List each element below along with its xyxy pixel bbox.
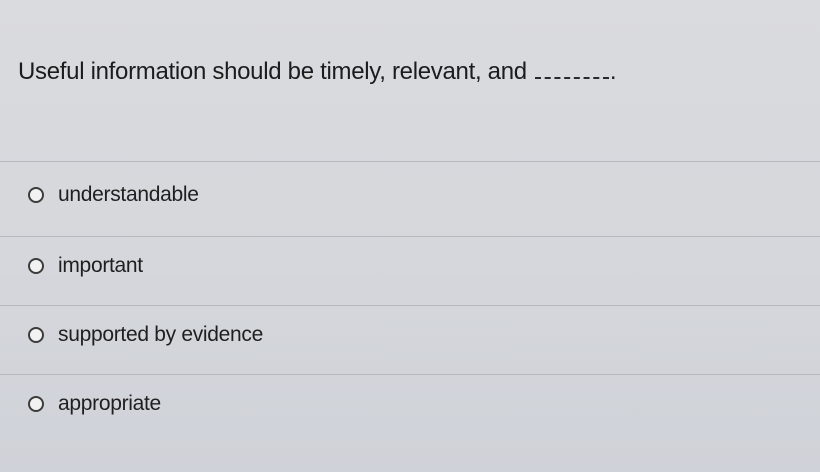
radio-button[interactable]	[28, 258, 44, 274]
divider	[0, 236, 820, 237]
option-important[interactable]: important	[28, 251, 143, 281]
option-understandable[interactable]: understandable	[28, 180, 199, 210]
divider	[0, 305, 820, 306]
question-period: .	[609, 58, 617, 85]
divider	[0, 161, 820, 162]
divider	[0, 374, 820, 375]
option-supported-by-evidence[interactable]: supported by evidence	[28, 320, 263, 350]
answer-blank	[534, 59, 609, 79]
radio-button[interactable]	[28, 396, 44, 412]
option-label: supported by evidence	[58, 323, 264, 346]
option-label: understandable	[58, 183, 199, 206]
option-appropriate[interactable]: appropriate	[28, 389, 161, 419]
option-label: important	[58, 254, 143, 277]
radio-button[interactable]	[28, 327, 44, 343]
question-stem: Useful information should be timely, rel…	[18, 58, 527, 85]
radio-button[interactable]	[28, 187, 44, 203]
question-text: Useful information should be timely, rel…	[18, 56, 617, 88]
option-label: appropriate	[58, 392, 161, 415]
